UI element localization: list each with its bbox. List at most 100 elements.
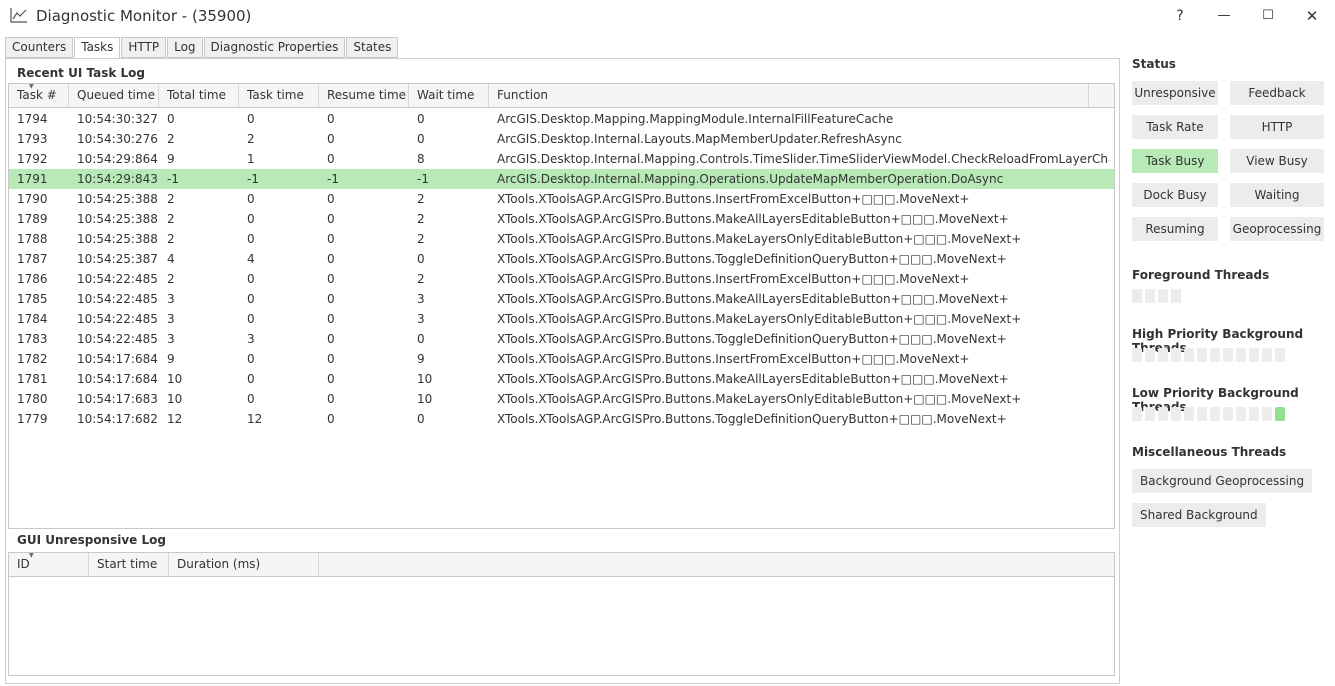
column-function[interactable]: Function	[489, 84, 1089, 107]
table-cell: 0	[327, 152, 335, 166]
column-start-time[interactable]: Start time	[89, 553, 169, 576]
thread-indicator	[1132, 289, 1142, 303]
table-cell: 12	[167, 412, 183, 426]
table-cell: 0	[327, 412, 335, 426]
column-wait-time[interactable]: Wait time	[409, 84, 489, 107]
table-cell: 10:54:25:388	[77, 232, 158, 246]
table-cell: 10	[167, 392, 183, 406]
maximize-button[interactable]: ☐	[1256, 5, 1280, 27]
thread-indicator	[1275, 407, 1285, 421]
table-row[interactable]: 1787 10:54:25:387 4 4 0 0 XTools.XToolsAGP.Arc…	[9, 249, 1114, 269]
close-button[interactable]: ✕	[1300, 5, 1324, 27]
thread-indicator	[1184, 407, 1194, 421]
tab-http[interactable]: HTTP	[121, 37, 167, 58]
thread-indicator	[1249, 348, 1259, 362]
status-view-busy[interactable]: View Busy	[1230, 149, 1324, 173]
table-cell: 2	[167, 132, 175, 146]
table-cell: XTools.XToolsAGP.ArcGISPro.Buttons.MakeA…	[497, 372, 1009, 386]
thread-indicator	[1275, 348, 1285, 362]
status-dock-busy[interactable]: Dock Busy	[1132, 183, 1218, 207]
shared-background-thread[interactable]: Shared Background	[1132, 503, 1266, 527]
column-task-number[interactable]: ▼ Task #	[9, 84, 69, 107]
table-row[interactable]: 1782 10:54:17:684 9 0 0 9 XTools.XToolsAGP.Arc…	[9, 349, 1114, 369]
status-task-rate[interactable]: Task Rate	[1132, 115, 1218, 139]
table-cell: 1782	[17, 352, 48, 366]
background-geoprocessing-thread[interactable]: Background Geoprocessing	[1132, 469, 1313, 493]
unresponsive-log-title: GUI Unresponsive Log	[17, 533, 166, 547]
column-total-time[interactable]: Total time	[159, 84, 239, 107]
table-cell: -1	[327, 172, 339, 186]
table-cell: 2	[167, 232, 175, 246]
tab-tasks[interactable]: Tasks	[74, 37, 121, 59]
status-task-busy[interactable]: Task Busy	[1132, 149, 1218, 173]
thread-indicator	[1145, 289, 1155, 303]
table-row[interactable]: 1788 10:54:25:388 2 0 0 2 XTools.XToolsAGP.Arc…	[9, 229, 1114, 249]
table-cell: 3	[247, 332, 255, 346]
column-task-time[interactable]: Task time	[239, 84, 319, 107]
thread-indicator	[1145, 407, 1155, 421]
table-cell: 0	[247, 272, 255, 286]
help-button[interactable]: ?	[1168, 5, 1192, 27]
task-log-table[interactable]: ▼ Task # Queued time Total time Task tim…	[8, 83, 1115, 529]
window-title: Diagnostic Monitor - (35900)	[36, 7, 252, 25]
table-cell: 3	[167, 292, 175, 306]
status-geoprocessing[interactable]: Geoprocessing	[1230, 217, 1324, 241]
table-row[interactable]: 1786 10:54:22:485 2 0 0 2 XTools.XToolsAGP.Arc…	[9, 269, 1114, 289]
unresponsive-log-table[interactable]: ▼ ID Start time Duration (ms)	[8, 552, 1115, 676]
tab-diagnostic-properties[interactable]: Diagnostic Properties	[203, 37, 346, 58]
minimize-button[interactable]: —	[1212, 5, 1236, 27]
table-row[interactable]: 1783 10:54:22:485 3 3 0 0 XTools.XToolsAGP.Arc…	[9, 329, 1114, 349]
table-cell: 0	[327, 212, 335, 226]
status-feedback[interactable]: Feedback	[1230, 81, 1324, 105]
table-row[interactable]: 1781 10:54:17:684 10 0 0 10 XTools.XToolsAGP.A…	[9, 369, 1114, 389]
table-row[interactable]: 1791 10:54:29:843 -1 -1 -1 -1 ArcGIS.Desktop.I…	[9, 169, 1114, 189]
chart-icon	[10, 8, 27, 23]
thread-indicator	[1223, 348, 1233, 362]
table-cell: 3	[417, 292, 425, 306]
column-id[interactable]: ▼ ID	[9, 553, 89, 576]
status-http[interactable]: HTTP	[1230, 115, 1324, 139]
status-panel: Status Unresponsive Feedback Task Rate H…	[1126, 50, 1335, 686]
table-cell: 10:54:17:682	[77, 412, 158, 426]
table-cell: XTools.XToolsAGP.ArcGISPro.Buttons.MakeA…	[497, 292, 1009, 306]
tab-log[interactable]: Log	[167, 37, 203, 58]
title-bar: Diagnostic Monitor - (35900) ? — ☐ ✕	[0, 0, 1335, 34]
table-row[interactable]: 1789 10:54:25:388 2 0 0 2 XTools.XToolsAGP.Arc…	[9, 209, 1114, 229]
table-row[interactable]: 1779 10:54:17:682 12 12 0 0 XTools.XToolsAGP.A…	[9, 409, 1114, 429]
table-cell: 0	[247, 112, 255, 126]
table-row[interactable]: 1780 10:54:17:683 10 0 0 10 XTools.XToolsAGP.A…	[9, 389, 1114, 409]
table-cell: XTools.XToolsAGP.ArcGISPro.Buttons.Toggl…	[497, 412, 1007, 426]
table-cell: 0	[247, 392, 255, 406]
thread-indicator	[1132, 407, 1142, 421]
table-cell: -1	[247, 172, 259, 186]
thread-indicator	[1262, 407, 1272, 421]
table-cell: 3	[167, 332, 175, 346]
table-cell: 1	[247, 152, 255, 166]
table-row[interactable]: 1794 10:54:30:327 0 0 0 0 ArcGIS.Desktop.Mappi…	[9, 109, 1114, 129]
status-waiting[interactable]: Waiting	[1230, 183, 1324, 207]
tab-states[interactable]: States	[346, 37, 399, 58]
thread-indicator	[1158, 348, 1168, 362]
status-unresponsive[interactable]: Unresponsive	[1132, 81, 1218, 105]
table-cell: ArcGIS.Desktop.Internal.Mapping.Operatio…	[497, 172, 1004, 186]
table-cell: 2	[167, 272, 175, 286]
status-resuming[interactable]: Resuming	[1132, 217, 1218, 241]
table-cell: 10:54:17:684	[77, 352, 158, 366]
table-cell: XTools.XToolsAGP.ArcGISPro.Buttons.Toggl…	[497, 332, 1007, 346]
table-row[interactable]: 1785 10:54:22:485 3 0 0 3 XTools.XToolsAGP.Arc…	[9, 289, 1114, 309]
table-cell: 1779	[17, 412, 48, 426]
table-row[interactable]: 1790 10:54:25:388 2 0 0 2 XTools.XToolsAGP.Arc…	[9, 189, 1114, 209]
tab-counters[interactable]: Counters	[5, 37, 74, 58]
column-duration[interactable]: Duration (ms)	[169, 553, 319, 576]
column-queued-time[interactable]: Queued time	[69, 84, 159, 107]
table-cell: 10:54:29:843	[77, 172, 158, 186]
column-resume-time[interactable]: Resume time	[319, 84, 409, 107]
table-row[interactable]: 1792 10:54:29:864 9 1 0 8 ArcGIS.Desktop.Inter…	[9, 149, 1114, 169]
table-row[interactable]: 1784 10:54:22:485 3 0 0 3 XTools.XToolsAGP.Arc…	[9, 309, 1114, 329]
sort-arrow-icon: ▼	[29, 83, 34, 90]
table-cell: 10:54:30:276	[77, 132, 158, 146]
table-row[interactable]: 1793 10:54:30:276 2 2 0 0 ArcGIS.Desktop.Inter…	[9, 129, 1114, 149]
sort-arrow-icon: ▼	[29, 552, 34, 559]
table-cell: 10:54:17:684	[77, 372, 158, 386]
table-cell: 1792	[17, 152, 48, 166]
